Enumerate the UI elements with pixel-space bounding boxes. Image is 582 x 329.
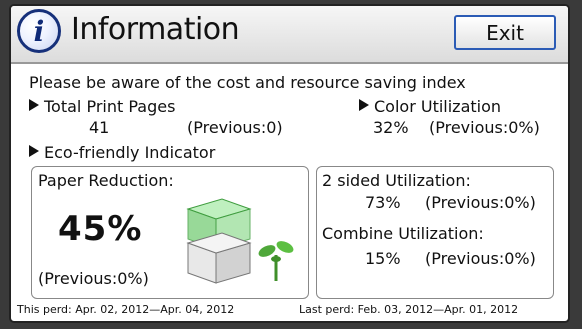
triangle-bullet-icon (29, 99, 39, 111)
two-sided-label: 2 sided Utilization: (322, 171, 471, 190)
paper-reduction-previous: (Previous:0%) (38, 269, 149, 288)
triangle-bullet-icon (359, 99, 369, 111)
title-bar: i Information Exit (11, 6, 568, 64)
color-utilization-value: 32% (373, 118, 409, 137)
this-period-text: This perd: Apr. 02, 2012—Apr. 04, 2012 (17, 303, 235, 316)
total-print-pages-label: Total Print Pages (29, 97, 175, 116)
color-utilization-previous: (Previous:0%) (429, 118, 540, 137)
two-sided-value: 73% (365, 193, 401, 212)
last-period-text: Last perd: Feb. 03, 2012—Apr. 01, 2012 (299, 303, 519, 316)
eco-indicator-label: Eco-friendly Indicator (29, 143, 215, 162)
combine-previous: (Previous:0%) (425, 249, 536, 268)
exit-button[interactable]: Exit (454, 15, 556, 50)
information-dialog: i Information Exit Please be aware of th… (9, 4, 570, 323)
total-print-pages-value: 41 (89, 118, 110, 137)
paper-reduction-value: 45% (58, 209, 143, 249)
two-sided-previous: (Previous:0%) (425, 193, 536, 212)
combine-value: 15% (365, 249, 401, 268)
total-print-pages-label-text: Total Print Pages (44, 97, 176, 116)
combine-label: Combine Utilization: (322, 224, 484, 243)
sprout-icon (258, 241, 294, 281)
paper-reduction-panel: Paper Reduction: 45% (Previous:0%) (31, 166, 309, 299)
triangle-bullet-icon (29, 145, 39, 157)
total-print-pages-previous: (Previous:0) (187, 118, 283, 137)
paper-reduction-label: Paper Reduction: (38, 171, 174, 190)
color-utilization-label: Color Utilization (359, 97, 501, 116)
dialog-title: Information (71, 12, 240, 47)
info-icon: i (17, 9, 61, 53)
color-utilization-label-text: Color Utilization (374, 97, 502, 116)
intro-text: Please be aware of the cost and resource… (29, 73, 466, 92)
utilization-panel: 2 sided Utilization: 73% (Previous:0%) C… (316, 166, 554, 299)
eco-indicator-label-text: Eco-friendly Indicator (44, 143, 216, 162)
